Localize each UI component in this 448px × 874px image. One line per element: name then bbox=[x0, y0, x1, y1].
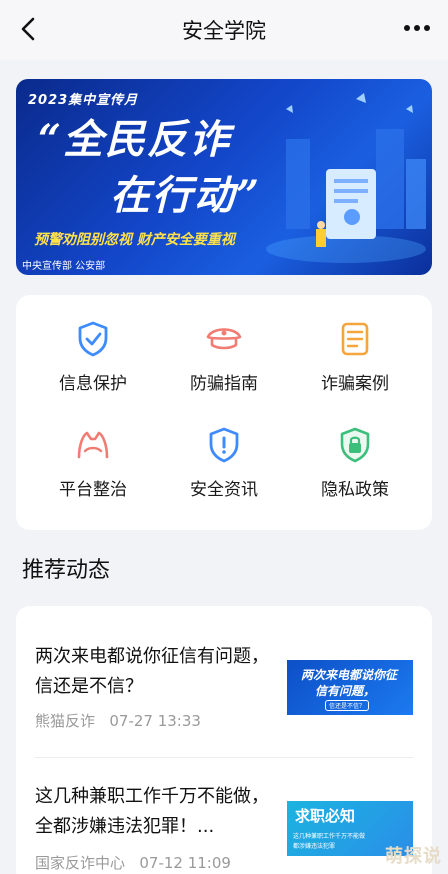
news-source: 熊猫反诈 bbox=[35, 712, 96, 730]
shield-check-icon bbox=[78, 321, 108, 357]
service-privacy-policy[interactable]: 隐私政策 bbox=[286, 425, 424, 525]
shield-alert-icon bbox=[209, 427, 239, 463]
service-anti-fraud-guide[interactable]: 防骗指南 bbox=[155, 319, 293, 419]
banner-headline-line1: “全民反诈 bbox=[38, 116, 232, 163]
page-title: 安全学院 bbox=[182, 19, 266, 43]
service-label: 平台整治 bbox=[59, 480, 127, 500]
service-grid: 信息保护 防骗指南 诈骗案例 平台整治 安全资讯 隐私政策 bbox=[16, 295, 432, 530]
bell-cat-icon bbox=[77, 431, 109, 459]
service-label: 信息保护 bbox=[59, 374, 127, 394]
service-label: 隐私政策 bbox=[321, 480, 389, 500]
news-meta: 熊猫反诈 07-27 13:33 bbox=[35, 710, 201, 731]
banner-headline-line2: 在行动” bbox=[110, 172, 262, 219]
thumb-text: 信有问题， bbox=[315, 684, 376, 698]
banner-source: 中央宣传部 公安部 bbox=[22, 261, 106, 272]
news-headline: 两次来电都说你征信有问题，信还是不信？ bbox=[35, 646, 269, 697]
banner-illustration bbox=[266, 93, 426, 263]
news-meta: 国家反诈中心 07-12 11:09 bbox=[35, 852, 231, 873]
watermark: 萌探说 bbox=[385, 846, 442, 867]
campaign-banner[interactable]: 2023集中宣传月 “全民反诈 在行动” 预警劝阻别忽视 财产安全要重视 中央宣… bbox=[16, 79, 432, 275]
news-time: 07-12 11:09 bbox=[139, 854, 231, 872]
news-source: 国家反诈中心 bbox=[35, 854, 126, 872]
service-security-news[interactable]: 安全资讯 bbox=[155, 425, 293, 525]
more-dots-icon[interactable] bbox=[400, 14, 434, 42]
service-fraud-cases[interactable]: 诈骗案例 bbox=[286, 319, 424, 419]
news-thumbnail: 两次来电都说你征 信有问题， 信还是不信？ bbox=[287, 660, 413, 715]
thumb-text: 都涉嫌违法犯罪 bbox=[293, 843, 336, 850]
document-list-icon bbox=[341, 322, 369, 356]
banner-slogan: 预警劝阻别忽视 财产安全要重视 bbox=[34, 232, 235, 248]
thumb-text: 信还是不信？ bbox=[325, 700, 370, 711]
service-platform-rectification[interactable]: 平台整治 bbox=[24, 425, 162, 525]
police-cap-icon bbox=[206, 328, 242, 350]
list-item[interactable]: 这几种兼职工作千万不能做，全都涉嫌违法犯罪！... 国家反诈中心 07-12 1… bbox=[16, 758, 432, 874]
news-time: 07-27 13:33 bbox=[109, 712, 201, 730]
shield-lock-icon bbox=[340, 427, 370, 463]
service-label: 安全资讯 bbox=[190, 480, 258, 500]
thumb-text: 求职必知 bbox=[295, 807, 356, 825]
service-label: 诈骗案例 bbox=[321, 374, 389, 394]
section-title-recommended: 推荐动态 bbox=[22, 558, 111, 583]
list-item[interactable]: 两次来电都说你征信有问题，信还是不信？ 熊猫反诈 07-27 13:33 两次来… bbox=[16, 606, 432, 756]
service-info-protection[interactable]: 信息保护 bbox=[24, 319, 162, 419]
thumb-text: 这几种兼职工作千万不能做 bbox=[293, 833, 366, 840]
banner-year: 2023集中宣传月 bbox=[28, 93, 139, 108]
top-nav-bar: 安全学院 bbox=[0, 0, 448, 60]
service-label: 防骗指南 bbox=[190, 374, 258, 394]
news-headline: 这几种兼职工作千万不能做，全都涉嫌违法犯罪！... bbox=[35, 786, 269, 837]
thumb-text: 两次来电都说你征 bbox=[301, 668, 398, 682]
recommended-feed: 两次来电都说你征信有问题，信还是不信？ 熊猫反诈 07-27 13:33 两次来… bbox=[16, 606, 432, 874]
